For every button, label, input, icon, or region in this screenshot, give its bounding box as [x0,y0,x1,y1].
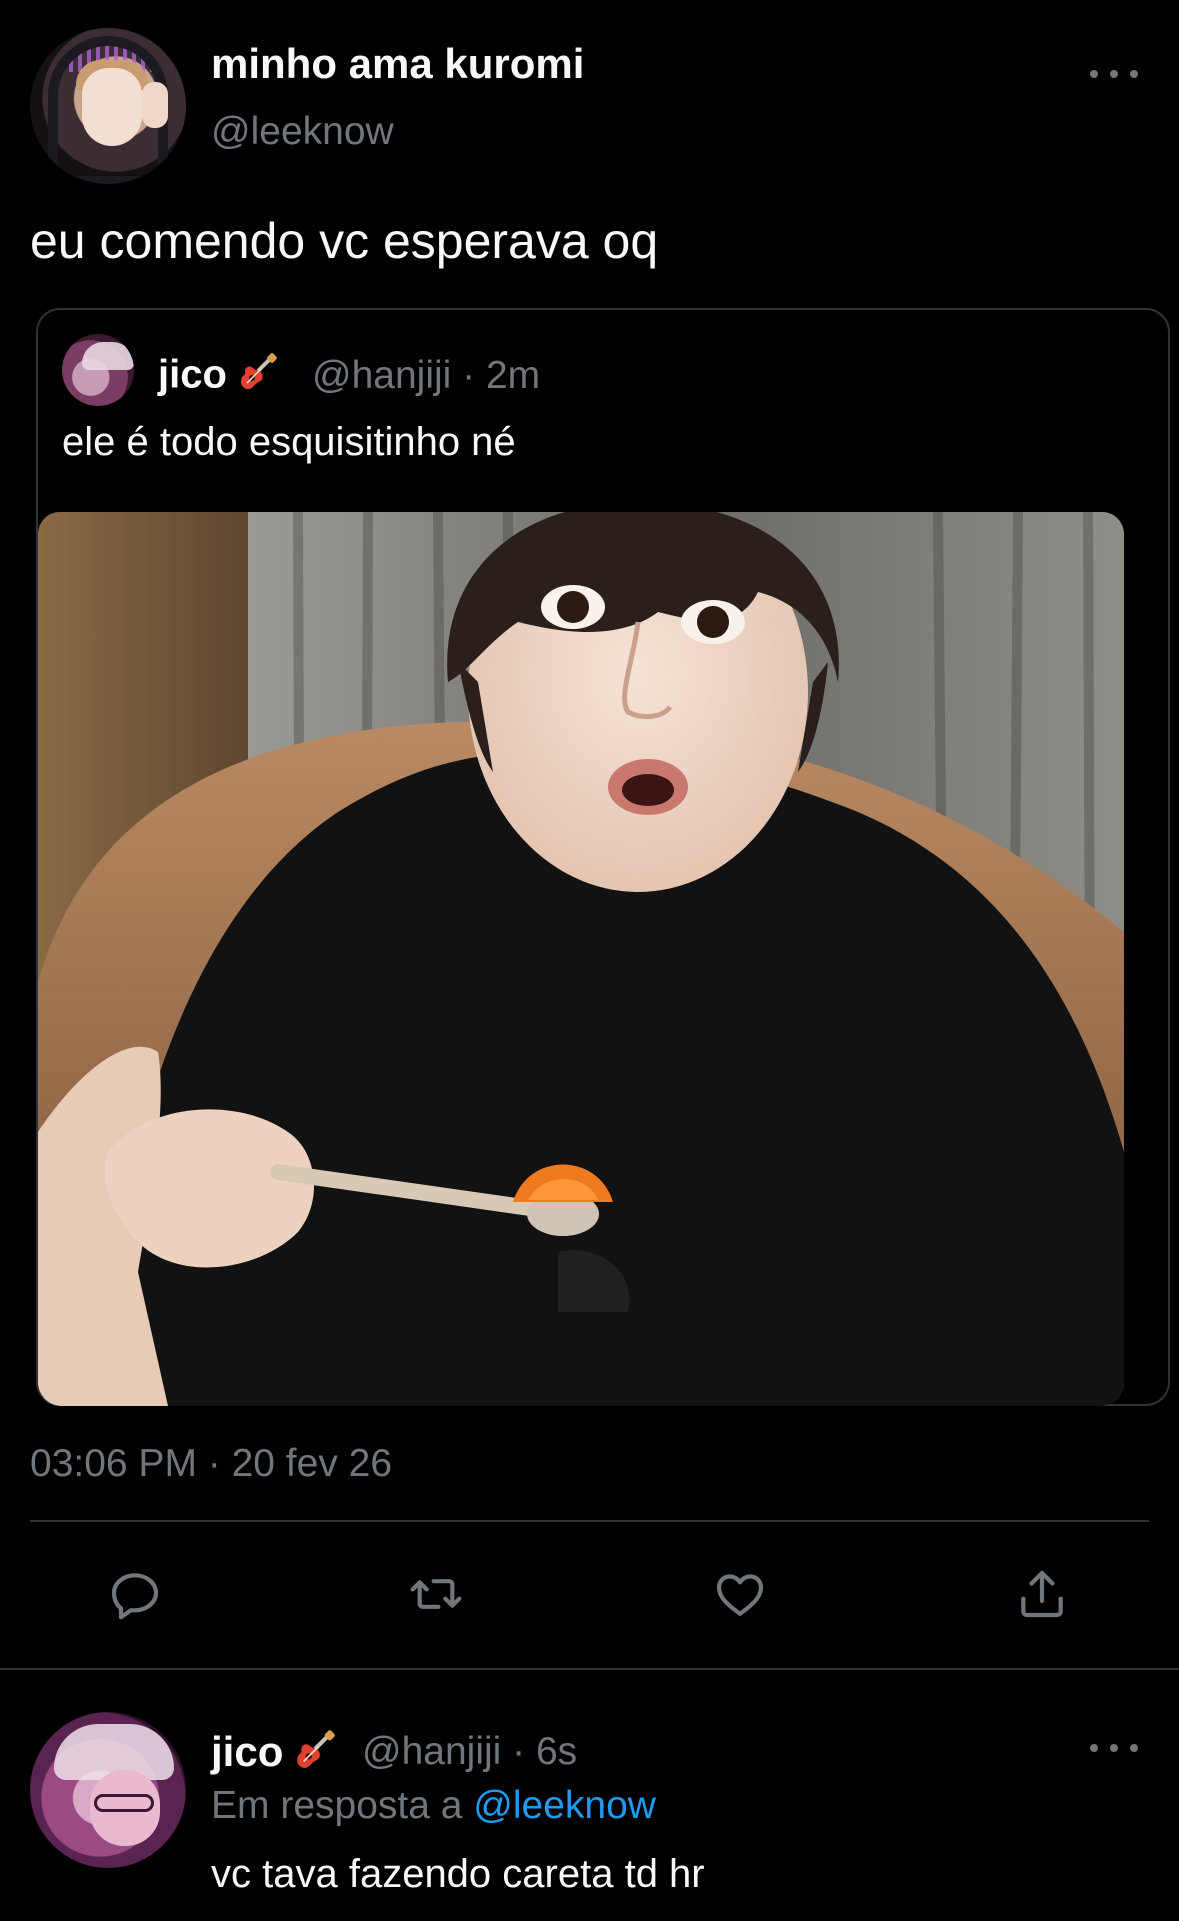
reply-more-options-button[interactable] [1090,1736,1138,1760]
quoted-tweet-photo[interactable] [38,512,1124,1406]
more-horizontal-icon [1090,70,1098,78]
quoted-author-handle-time[interactable]: @hanjiji · 2m [312,354,540,398]
reply-icon [111,1573,159,1620]
reply-button[interactable] [103,1562,167,1626]
heart-icon [716,1574,764,1616]
share-icon [1021,1570,1063,1618]
reply-author-handle-time[interactable]: @hanjiji · 6s [362,1730,577,1774]
avatar-face [82,68,142,146]
tweet-text: eu comendo vc esperava oq [30,213,659,269]
more-horizontal-icon [1110,1744,1118,1752]
avatar-hand [142,82,168,128]
reply-author-avatar[interactable] [30,1712,186,1868]
author-handle[interactable]: @leeknow [211,110,394,154]
replying-to-mention-link[interactable]: @leeknow [473,1784,656,1827]
guitar-icon [237,352,277,402]
more-options-button[interactable] [1090,62,1138,86]
reply-author-name-row[interactable]: jico [211,1728,336,1781]
guitar-icon [293,1729,336,1781]
replying-to-label: Em resposta a [211,1784,463,1827]
avatar-glasses [94,1794,154,1812]
reply-author-display-name: jico [211,1728,284,1775]
more-horizontal-icon [1130,1744,1138,1752]
replying-to-line: Em resposta a @leeknow [211,1784,656,1828]
tweet-timestamp[interactable]: 03:06 PM · 20 fev 26 [30,1442,392,1486]
retweet-button[interactable] [404,1562,468,1626]
more-horizontal-icon [1090,1744,1098,1752]
retweet-icon [410,1579,462,1609]
reply-text: vc tava fazendo careta td hr [211,1852,705,1896]
like-button[interactable] [708,1562,772,1626]
photo-illustration [38,512,1124,1406]
divider-bottom [0,1668,1179,1670]
share-button[interactable] [1010,1562,1074,1626]
divider-top [30,1520,1149,1522]
quoted-author-name-row[interactable]: jico [158,352,277,402]
quoted-author-avatar[interactable] [62,334,134,406]
avatar-hat [82,342,134,370]
more-horizontal-icon [1130,70,1138,78]
author-avatar[interactable] [30,28,186,184]
quoted-author-display-name: jico [158,352,227,397]
quoted-tweet-text: ele é todo esquisitinho né [62,420,516,464]
more-horizontal-icon [1110,70,1118,78]
author-display-name[interactable]: minho ama kuromi [211,40,584,88]
